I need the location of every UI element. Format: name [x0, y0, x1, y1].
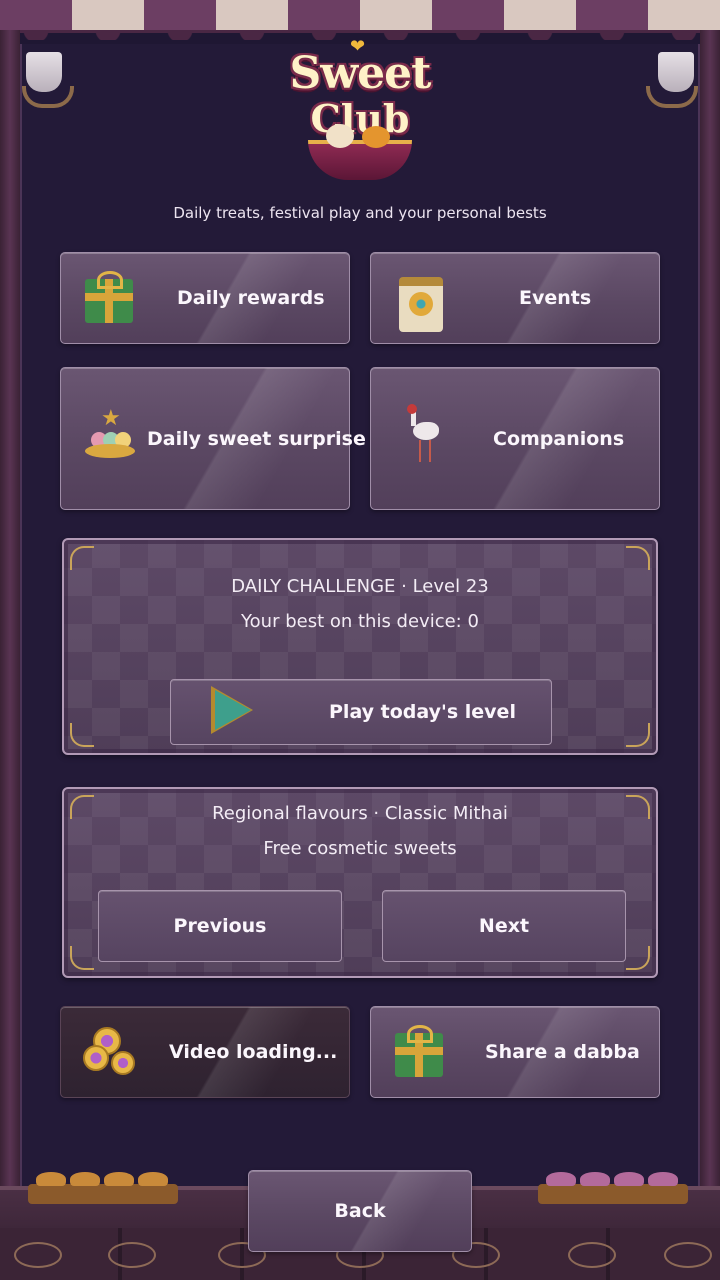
sweet-club-logo: ❤ Sweet Club: [270, 36, 450, 186]
back-button[interactable]: Back: [248, 1170, 472, 1252]
logo-line-1: Sweet: [289, 48, 432, 99]
events-button[interactable]: Events: [370, 252, 660, 344]
share-dabba-button[interactable]: Share a dabba: [370, 1006, 660, 1098]
gift-icon: [393, 1025, 445, 1079]
regional-flavours-panel: Regional flavours · Classic Mithai Free …: [62, 787, 658, 978]
regional-flavours-title: Regional flavours · Classic Mithai: [212, 803, 508, 824]
events-label: Events: [519, 287, 592, 309]
logo-line-2: Club: [310, 96, 410, 141]
daily-rewards-label: Daily rewards: [177, 287, 325, 309]
companions-label: Companions: [493, 427, 625, 450]
daily-challenge-best: Your best on this device: 0: [241, 611, 479, 632]
subtitle: Daily treats, festival play and your per…: [173, 204, 547, 222]
companions-button[interactable]: Companions: [370, 367, 660, 510]
daily-challenge-panel: DAILY CHALLENGE · Level 23 Your best on …: [62, 538, 658, 755]
gift-icon: [83, 271, 135, 325]
awning-decoration: [0, 0, 720, 40]
daily-sweet-surprise-button[interactable]: ★ Daily sweet surprise: [60, 367, 366, 510]
video-label: Video loading...: [169, 1041, 338, 1063]
daily-rewards-button[interactable]: Daily rewards: [60, 252, 350, 344]
calendar-flower-icon: [395, 273, 447, 332]
next-button[interactable]: Next: [382, 890, 626, 962]
stork-icon: [399, 404, 451, 462]
previous-label: Previous: [173, 915, 267, 937]
sweet-plate-star-icon: ★: [85, 406, 137, 464]
play-today-label: Play today's level: [329, 701, 516, 723]
video-button[interactable]: Video loading...: [60, 1006, 350, 1098]
regional-flavours-subtitle: Free cosmetic sweets: [263, 838, 457, 859]
daily-sweet-surprise-label: Daily sweet surprise: [147, 427, 366, 450]
back-label: Back: [334, 1200, 386, 1222]
coins-icon: [83, 1027, 135, 1079]
share-dabba-label: Share a dabba: [485, 1041, 640, 1063]
previous-button[interactable]: Previous: [98, 890, 342, 962]
sweets-tray-right: [538, 1172, 688, 1204]
sweets-bowl-icon: [308, 124, 412, 180]
next-label: Next: [478, 915, 530, 937]
daily-challenge-title: DAILY CHALLENGE · Level 23: [231, 576, 489, 597]
play-today-button[interactable]: Play today's level: [170, 679, 552, 745]
sweets-tray-left: [28, 1172, 178, 1204]
